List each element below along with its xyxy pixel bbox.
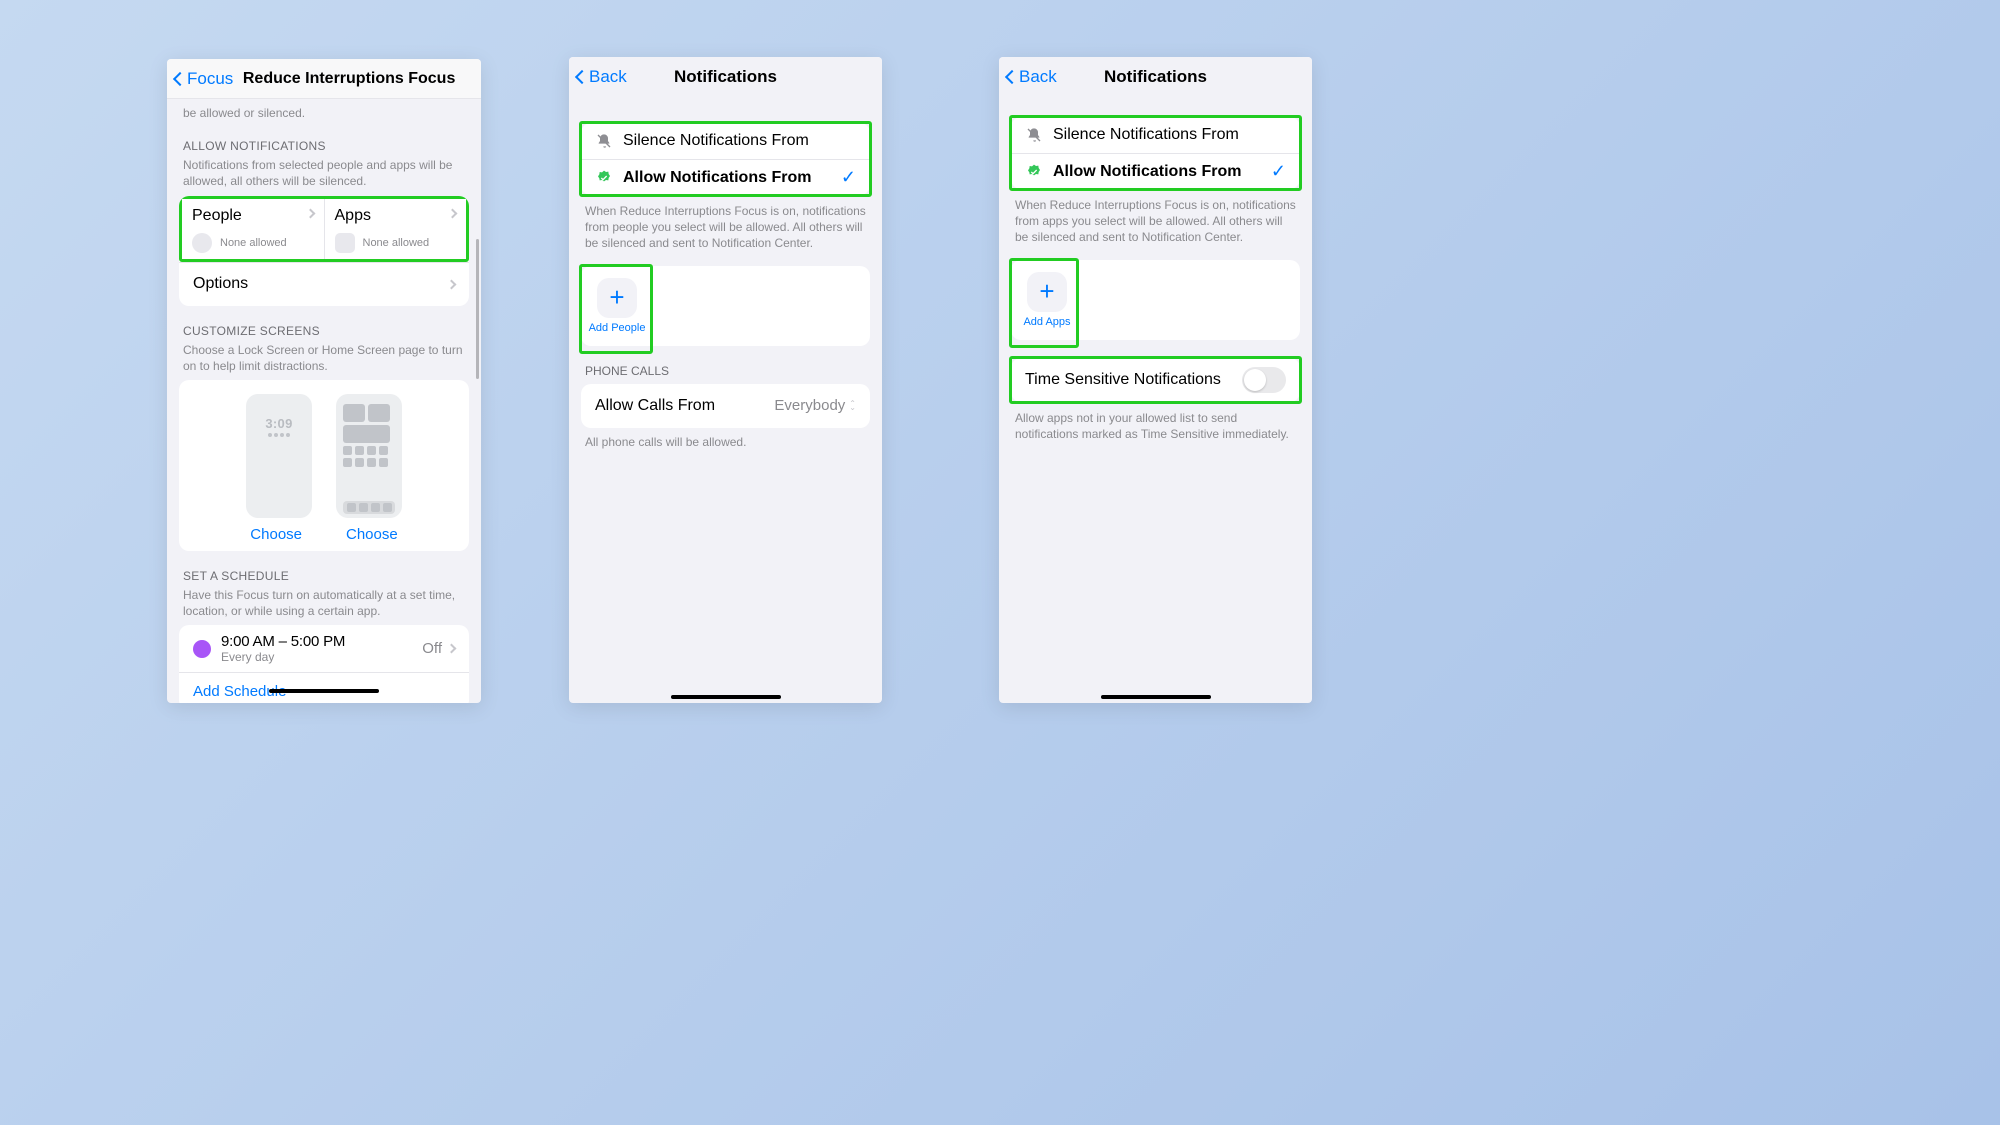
people-status: None allowed [220, 237, 287, 249]
back-button[interactable]: Back [577, 67, 627, 87]
allow-notifications-desc: Notifications from selected people and a… [167, 157, 481, 189]
check-badge-icon [595, 170, 613, 186]
scroll-area[interactable]: be allowed or silenced. ALLOW NOTIFICATI… [167, 99, 481, 703]
apps-cell[interactable]: Apps None allowed [325, 199, 467, 259]
back-label: Back [589, 67, 627, 87]
people-cell[interactable]: People None allowed [182, 199, 325, 259]
checkmark-icon: ✓ [1271, 161, 1286, 182]
calls-card: Allow Calls From Everybody ⌃⌄ [581, 384, 870, 428]
customize-desc: Choose a Lock Screen or Home Screen page… [167, 342, 481, 374]
people-title: People [192, 207, 314, 225]
navbar: Focus Reduce Interruptions Focus [167, 59, 481, 99]
schedule-row[interactable]: 9:00 AM – 5:00 PM Every day Off [179, 625, 469, 672]
avatar-placeholder-icon [192, 233, 212, 253]
choose-lock-button[interactable]: Choose [250, 526, 302, 543]
silence-option[interactable]: Silence Notifications From [581, 123, 870, 159]
notification-mode-card: Silence Notifications From Allow Notific… [1011, 117, 1300, 189]
checkmark-icon: ✓ [841, 167, 856, 188]
schedule-desc: Have this Focus turn on automatically at… [167, 587, 481, 619]
home-indicator[interactable] [671, 695, 781, 699]
mode-help: When Reduce Interruptions Focus is on, n… [999, 197, 1312, 246]
allow-option[interactable]: Allow Notifications From ✓ [581, 159, 870, 195]
calls-value: Everybody [774, 397, 845, 414]
phone-focus-settings: Focus Reduce Interruptions Focus be allo… [167, 59, 481, 703]
updown-chevron-icon: ⌃⌄ [849, 401, 856, 411]
clock-icon [193, 640, 211, 658]
ts-label: Time Sensitive Notifications [1025, 371, 1242, 389]
options-label: Options [193, 275, 448, 293]
scrollbar-thumb[interactable] [476, 239, 479, 379]
silence-label: Silence Notifications From [623, 132, 856, 150]
chevron-right-icon [447, 279, 457, 289]
page-title: Notifications [1104, 67, 1207, 87]
add-people-tile[interactable]: + Add People [593, 278, 641, 334]
time-sensitive-card: Time Sensitive Notifications [1011, 358, 1300, 402]
add-apps-caption: Add Apps [1023, 316, 1070, 328]
ts-toggle[interactable] [1242, 367, 1286, 393]
apps-status: None allowed [363, 237, 430, 249]
add-apps-card: + Add Apps [1011, 260, 1300, 340]
options-row[interactable]: Options [179, 262, 469, 306]
calls-help: All phone calls will be allowed. [569, 434, 882, 450]
calls-label: Allow Calls From [595, 397, 774, 415]
add-apps-tile[interactable]: + Add Apps [1023, 272, 1071, 328]
ts-help: Allow apps not in your allowed list to s… [999, 410, 1312, 442]
lock-time: 3:09 [265, 416, 292, 431]
time-sensitive-row[interactable]: Time Sensitive Notifications [1011, 358, 1300, 402]
plus-icon: + [597, 278, 637, 318]
page-title: Notifications [674, 67, 777, 87]
allow-option[interactable]: Allow Notifications From ✓ [1011, 153, 1300, 189]
customize-header: CUSTOMIZE SCREENS [167, 324, 481, 338]
page-title: Reduce Interruptions Focus [243, 70, 455, 88]
navbar: Back Notifications [999, 57, 1312, 97]
back-label: Focus [187, 69, 233, 89]
lock-screen-preview[interactable]: 3:09 [246, 394, 312, 518]
chevron-left-icon [173, 71, 187, 85]
notification-mode-card: Silence Notifications From Allow Notific… [581, 123, 870, 195]
home-indicator[interactable] [1101, 695, 1211, 699]
chevron-left-icon [1005, 70, 1019, 84]
bell-off-icon [595, 133, 613, 149]
customize-screens-card: 3:09 C [179, 380, 469, 551]
mode-help: When Reduce Interruptions Focus is on, n… [569, 203, 882, 252]
app-placeholder-icon [335, 233, 355, 253]
silence-option[interactable]: Silence Notifications From [1011, 117, 1300, 153]
back-button[interactable]: Focus [175, 69, 233, 89]
allow-notifications-header: ALLOW NOTIFICATIONS [167, 139, 481, 153]
schedule-sub: Every day [221, 650, 345, 664]
allow-label: Allow Notifications From [1053, 163, 1271, 181]
bell-off-icon [1025, 127, 1043, 143]
back-button[interactable]: Back [1007, 67, 1057, 87]
truncated-help: be allowed or silenced. [167, 99, 481, 121]
choose-home-button[interactable]: Choose [346, 526, 398, 543]
check-badge-icon [1025, 164, 1043, 180]
apps-title: Apps [335, 207, 457, 225]
back-label: Back [1019, 67, 1057, 87]
add-people-caption: Add People [589, 322, 646, 334]
silence-label: Silence Notifications From [1053, 126, 1286, 144]
schedule-header: SET A SCHEDULE [167, 569, 481, 583]
plus-icon: + [1027, 272, 1067, 312]
home-indicator[interactable] [269, 689, 379, 693]
schedule-state: Off [422, 640, 442, 657]
navbar: Back Notifications [569, 57, 882, 97]
allow-calls-row[interactable]: Allow Calls From Everybody ⌃⌄ [581, 384, 870, 428]
home-screen-preview[interactable] [336, 394, 402, 518]
schedule-times: 9:00 AM – 5:00 PM [221, 633, 345, 650]
allow-label: Allow Notifications From [623, 169, 841, 187]
scroll-area[interactable]: Silence Notifications From Allow Notific… [569, 97, 882, 703]
phone-apps-notifications: Back Notifications Silence Notifications… [999, 57, 1312, 703]
chevron-left-icon [575, 70, 589, 84]
chevron-right-icon [447, 644, 457, 654]
add-people-card: + Add People [581, 266, 870, 346]
phone-people-notifications: Back Notifications Silence Notifications… [569, 57, 882, 703]
people-apps-row-highlight: People None allowed Apps None allowed [179, 196, 469, 262]
lock-dots-icon [268, 433, 290, 437]
phone-calls-header: PHONE CALLS [569, 364, 882, 378]
scroll-area[interactable]: Silence Notifications From Allow Notific… [999, 97, 1312, 703]
people-apps-card: People None allowed Apps None allowed [179, 196, 469, 306]
